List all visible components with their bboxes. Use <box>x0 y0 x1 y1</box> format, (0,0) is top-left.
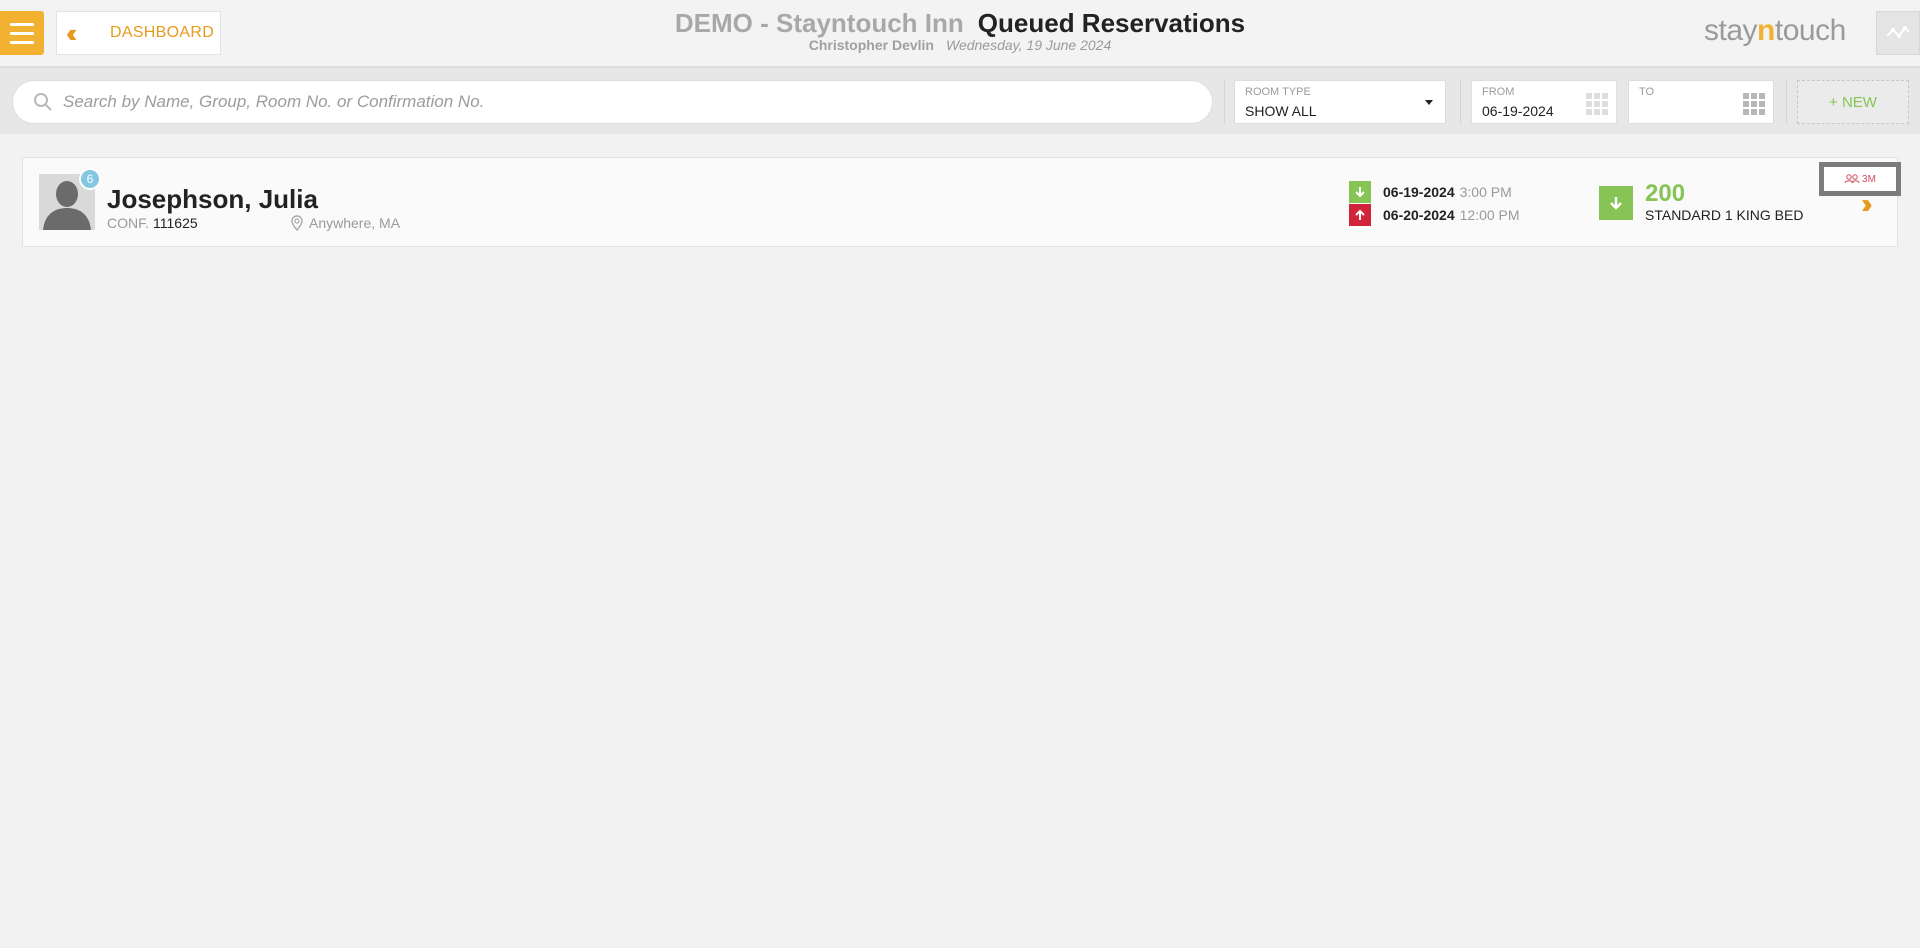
location-pin-icon <box>291 215 303 231</box>
calendar-icon[interactable] <box>1743 93 1765 115</box>
room-type-caption: ROOM TYPE <box>1245 86 1311 98</box>
caret-down-icon <box>1425 100 1433 105</box>
page-title: Queued Reservations <box>977 8 1246 38</box>
arrival-row: 06-19-2024 3:00 PM <box>1349 181 1512 203</box>
confirmation: CONF. 111625 <box>107 215 198 231</box>
room-type-value: SHOW ALL <box>1245 103 1317 119</box>
search-box[interactable] <box>12 80 1213 124</box>
logo-part: touch <box>1774 14 1846 47</box>
search-icon <box>34 93 52 111</box>
logo-part: n <box>1757 14 1775 47</box>
room-number: 200 <box>1645 180 1686 207</box>
stayntouch-logo: stayntouch <box>1704 14 1846 48</box>
page-heading: DEMO - Stayntouch Inn Queued Reservations… <box>0 7 1920 53</box>
arrival-time: 3:00 PM <box>1459 184 1512 200</box>
activity-button[interactable] <box>1876 11 1920 55</box>
reservation-count-badge: 6 <box>79 168 101 190</box>
double-chevron-right-icon[interactable]: ›› <box>1861 188 1872 220</box>
to-date-field[interactable]: TO <box>1628 80 1774 124</box>
room-status-icon <box>1599 186 1633 220</box>
business-date: Wednesday, 19 June 2024 <box>945 37 1112 53</box>
location-text: Anywhere, MA <box>309 215 401 231</box>
from-date-field[interactable]: FROM 06-19-2024 <box>1471 80 1617 124</box>
divider <box>1786 80 1787 124</box>
logo-part: stay <box>1704 14 1758 47</box>
guest-tag-label: 3M <box>1862 173 1876 185</box>
conf-number: 111625 <box>153 215 198 231</box>
filter-toolbar: ROOM TYPE SHOW ALL FROM 06-19-2024 TO + … <box>0 68 1920 134</box>
departure-row: 06-20-2024 12:00 PM <box>1349 204 1520 226</box>
arrival-arrow-icon <box>1349 181 1371 203</box>
departure-arrow-icon <box>1349 204 1371 226</box>
divider <box>1224 80 1225 124</box>
guest-name: Josephson, Julia <box>107 184 318 214</box>
new-reservation-button[interactable]: + NEW <box>1797 80 1909 124</box>
arrival-date: 06-19-2024 <box>1383 184 1455 200</box>
room-type: STANDARD 1 KING BED <box>1645 207 1804 223</box>
room-type-select[interactable]: ROOM TYPE SHOW ALL <box>1234 80 1446 124</box>
calendar-icon[interactable] <box>1586 93 1608 115</box>
guest-location: Anywhere, MA <box>291 215 400 231</box>
divider <box>1460 80 1461 124</box>
guest-tag: 3M <box>1819 162 1901 196</box>
reservation-card[interactable]: 6 Josephson, Julia CONF. 111625 Anywhere,… <box>22 157 1901 247</box>
departure-date: 06-20-2024 <box>1383 207 1455 223</box>
conf-label: CONF. <box>107 215 149 231</box>
app-header: ‹‹ DASHBOARD DEMO - Stayntouch Inn Queued… <box>0 0 1920 68</box>
search-input[interactable] <box>61 91 1165 113</box>
hotel-name: DEMO - Stayntouch Inn <box>674 8 964 38</box>
user-name: Christopher Devlin <box>808 37 934 53</box>
departure-time: 12:00 PM <box>1459 207 1520 223</box>
guest-tag-icon <box>1844 174 1860 184</box>
activity-icon <box>1886 26 1910 38</box>
